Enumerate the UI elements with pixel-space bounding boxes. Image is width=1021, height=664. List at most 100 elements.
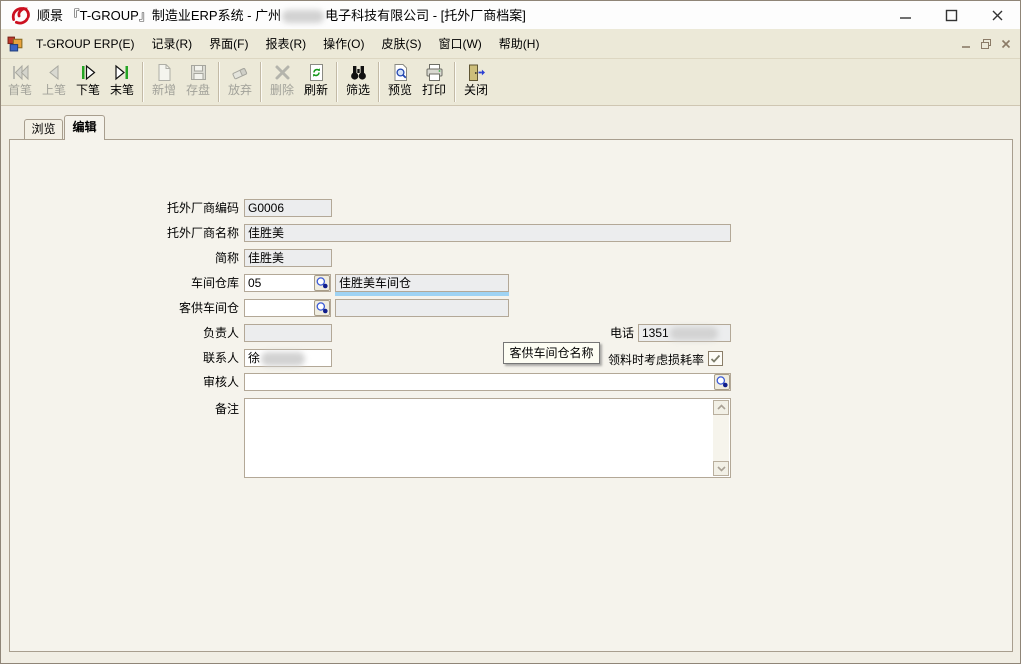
loss-rate-label: 领料时考虑损耗率	[586, 352, 704, 368]
short-name-label: 简称	[39, 250, 239, 266]
save-floppy-icon	[188, 62, 209, 83]
new-page-icon	[154, 62, 175, 83]
mdi-restore-button[interactable]	[979, 37, 992, 50]
next-record-icon	[78, 62, 99, 83]
preview-magnifier-icon	[390, 62, 411, 83]
loss-rate-checkbox[interactable]	[708, 351, 723, 366]
minimize-icon	[899, 9, 912, 22]
titlebar: 顺景 『T-GROUP』制造业ERP系统 - 广州电子科技有限公司 - [托外厂…	[1, 1, 1020, 30]
maximize-button[interactable]	[928, 1, 974, 29]
first-record-icon	[10, 62, 31, 83]
tab-edit[interactable]: 编辑	[64, 115, 105, 140]
auditor-lookup-button[interactable]	[714, 374, 730, 390]
tab-browse[interactable]: 浏览	[24, 119, 63, 139]
last-record-icon	[112, 62, 133, 83]
vendor-code-label: 托外厂商编码	[39, 200, 239, 216]
vendor-name-field: 佳胜美	[244, 224, 731, 242]
filter-button[interactable]: 筛选	[341, 60, 375, 104]
manager-label: 负责人	[39, 325, 239, 341]
menu-item-window[interactable]: 窗口(W)	[437, 33, 482, 54]
mdi-restore-icon	[980, 38, 992, 50]
close-window-button[interactable]: 关闭	[459, 60, 493, 104]
contact-label: 联系人	[39, 350, 239, 366]
app-logo-icon	[9, 4, 31, 26]
vendor-code-field: G0006	[244, 199, 332, 217]
first-record-button: 首笔	[3, 60, 37, 104]
minimize-button[interactable]	[882, 1, 928, 29]
remark-label: 备注	[39, 401, 239, 417]
mdi-minimize-button[interactable]	[959, 37, 972, 50]
lookup-magnifier-icon	[715, 375, 729, 389]
lookup-magnifier-icon	[315, 301, 329, 315]
next-record-button[interactable]: 下笔	[71, 60, 105, 104]
app-grid-icon	[7, 35, 24, 52]
toolbar-separator	[142, 62, 144, 102]
scroll-down-button[interactable]	[713, 461, 729, 476]
menu-item-help[interactable]: 帮助(H)	[498, 33, 541, 54]
toolbar-separator	[378, 62, 380, 102]
menubar: T-GROUP ERP(E) 记录(R) 界面(F) 报表(R) 操作(O) 皮…	[1, 29, 1020, 59]
new-button: 新增	[147, 60, 181, 104]
maximize-icon	[945, 9, 958, 22]
close-button[interactable]	[974, 1, 1020, 29]
menu-item-tgroup-erp[interactable]: T-GROUP ERP(E)	[35, 35, 135, 53]
window-title: 顺景 『T-GROUP』制造业ERP系统 - 广州电子科技有限公司 - [托外厂…	[37, 5, 526, 24]
printer-icon	[424, 62, 445, 83]
contact-input[interactable]: 徐	[244, 349, 332, 367]
mdi-minimize-icon	[960, 38, 972, 50]
remark-scrollbar[interactable]	[713, 400, 729, 476]
close-icon	[991, 9, 1004, 22]
menu-item-operation[interactable]: 操作(O)	[322, 33, 365, 54]
manager-field	[244, 324, 332, 342]
title-redaction	[282, 10, 324, 23]
vendor-name-label: 托外厂商名称	[39, 225, 239, 241]
scroll-up-button[interactable]	[713, 400, 729, 415]
customer-warehouse-name-field	[335, 299, 509, 317]
menu-item-skin[interactable]: 皮肤(S)	[380, 33, 422, 54]
phone-field: 1351	[638, 324, 731, 342]
customer-warehouse-label: 客供车间仓	[39, 300, 239, 316]
toolbar: 首笔 上笔 下笔 末笔	[1, 59, 1020, 106]
delete-button: 删除	[265, 60, 299, 104]
remark-textarea[interactable]	[244, 398, 731, 478]
focus-underline	[335, 292, 509, 296]
toolbar-separator	[336, 62, 338, 102]
workshop-warehouse-label: 车间仓库	[39, 275, 239, 291]
refresh-icon	[306, 62, 327, 83]
menu-item-report[interactable]: 报表(R)	[264, 33, 307, 54]
workshop-warehouse-code-input[interactable]: 05	[244, 274, 331, 292]
toolbar-separator	[218, 62, 220, 102]
window-controls	[882, 1, 1020, 29]
toolbar-separator	[454, 62, 456, 102]
workshop-warehouse-lookup-button[interactable]	[314, 275, 330, 291]
mdi-close-icon	[1000, 38, 1012, 50]
eraser-icon	[230, 62, 251, 83]
lookup-magnifier-icon	[315, 276, 329, 290]
menu-item-record[interactable]: 记录(R)	[150, 33, 193, 54]
toolbar-separator	[260, 62, 262, 102]
workshop-warehouse-name-field: 佳胜美车间仓	[335, 274, 509, 292]
abandon-button: 放弃	[223, 60, 257, 104]
checkmark-icon	[709, 352, 722, 365]
preview-button[interactable]: 预览	[383, 60, 417, 104]
contact-redaction	[261, 352, 305, 366]
refresh-button[interactable]: 刷新	[299, 60, 333, 104]
print-button[interactable]: 打印	[417, 60, 451, 104]
auditor-input[interactable]	[244, 373, 731, 391]
menu-item-interface[interactable]: 界面(F)	[208, 33, 249, 54]
delete-x-icon	[272, 62, 293, 83]
mdi-window-controls	[959, 37, 1012, 50]
mdi-close-button[interactable]	[999, 37, 1012, 50]
exit-door-icon	[466, 62, 487, 83]
binoculars-icon	[348, 62, 369, 83]
short-name-field: 佳胜美	[244, 249, 332, 267]
app-window: 顺景 『T-GROUP』制造业ERP系统 - 广州电子科技有限公司 - [托外厂…	[0, 0, 1021, 664]
prev-record-button: 上笔	[37, 60, 71, 104]
chevron-up-icon	[715, 401, 728, 414]
last-record-button[interactable]: 末笔	[105, 60, 139, 104]
prev-record-icon	[44, 62, 65, 83]
customer-warehouse-code-input[interactable]	[244, 299, 331, 317]
hover-tooltip: 客供车间仓名称	[503, 342, 600, 364]
customer-warehouse-lookup-button[interactable]	[314, 300, 330, 316]
phone-label: 电话	[586, 325, 634, 341]
